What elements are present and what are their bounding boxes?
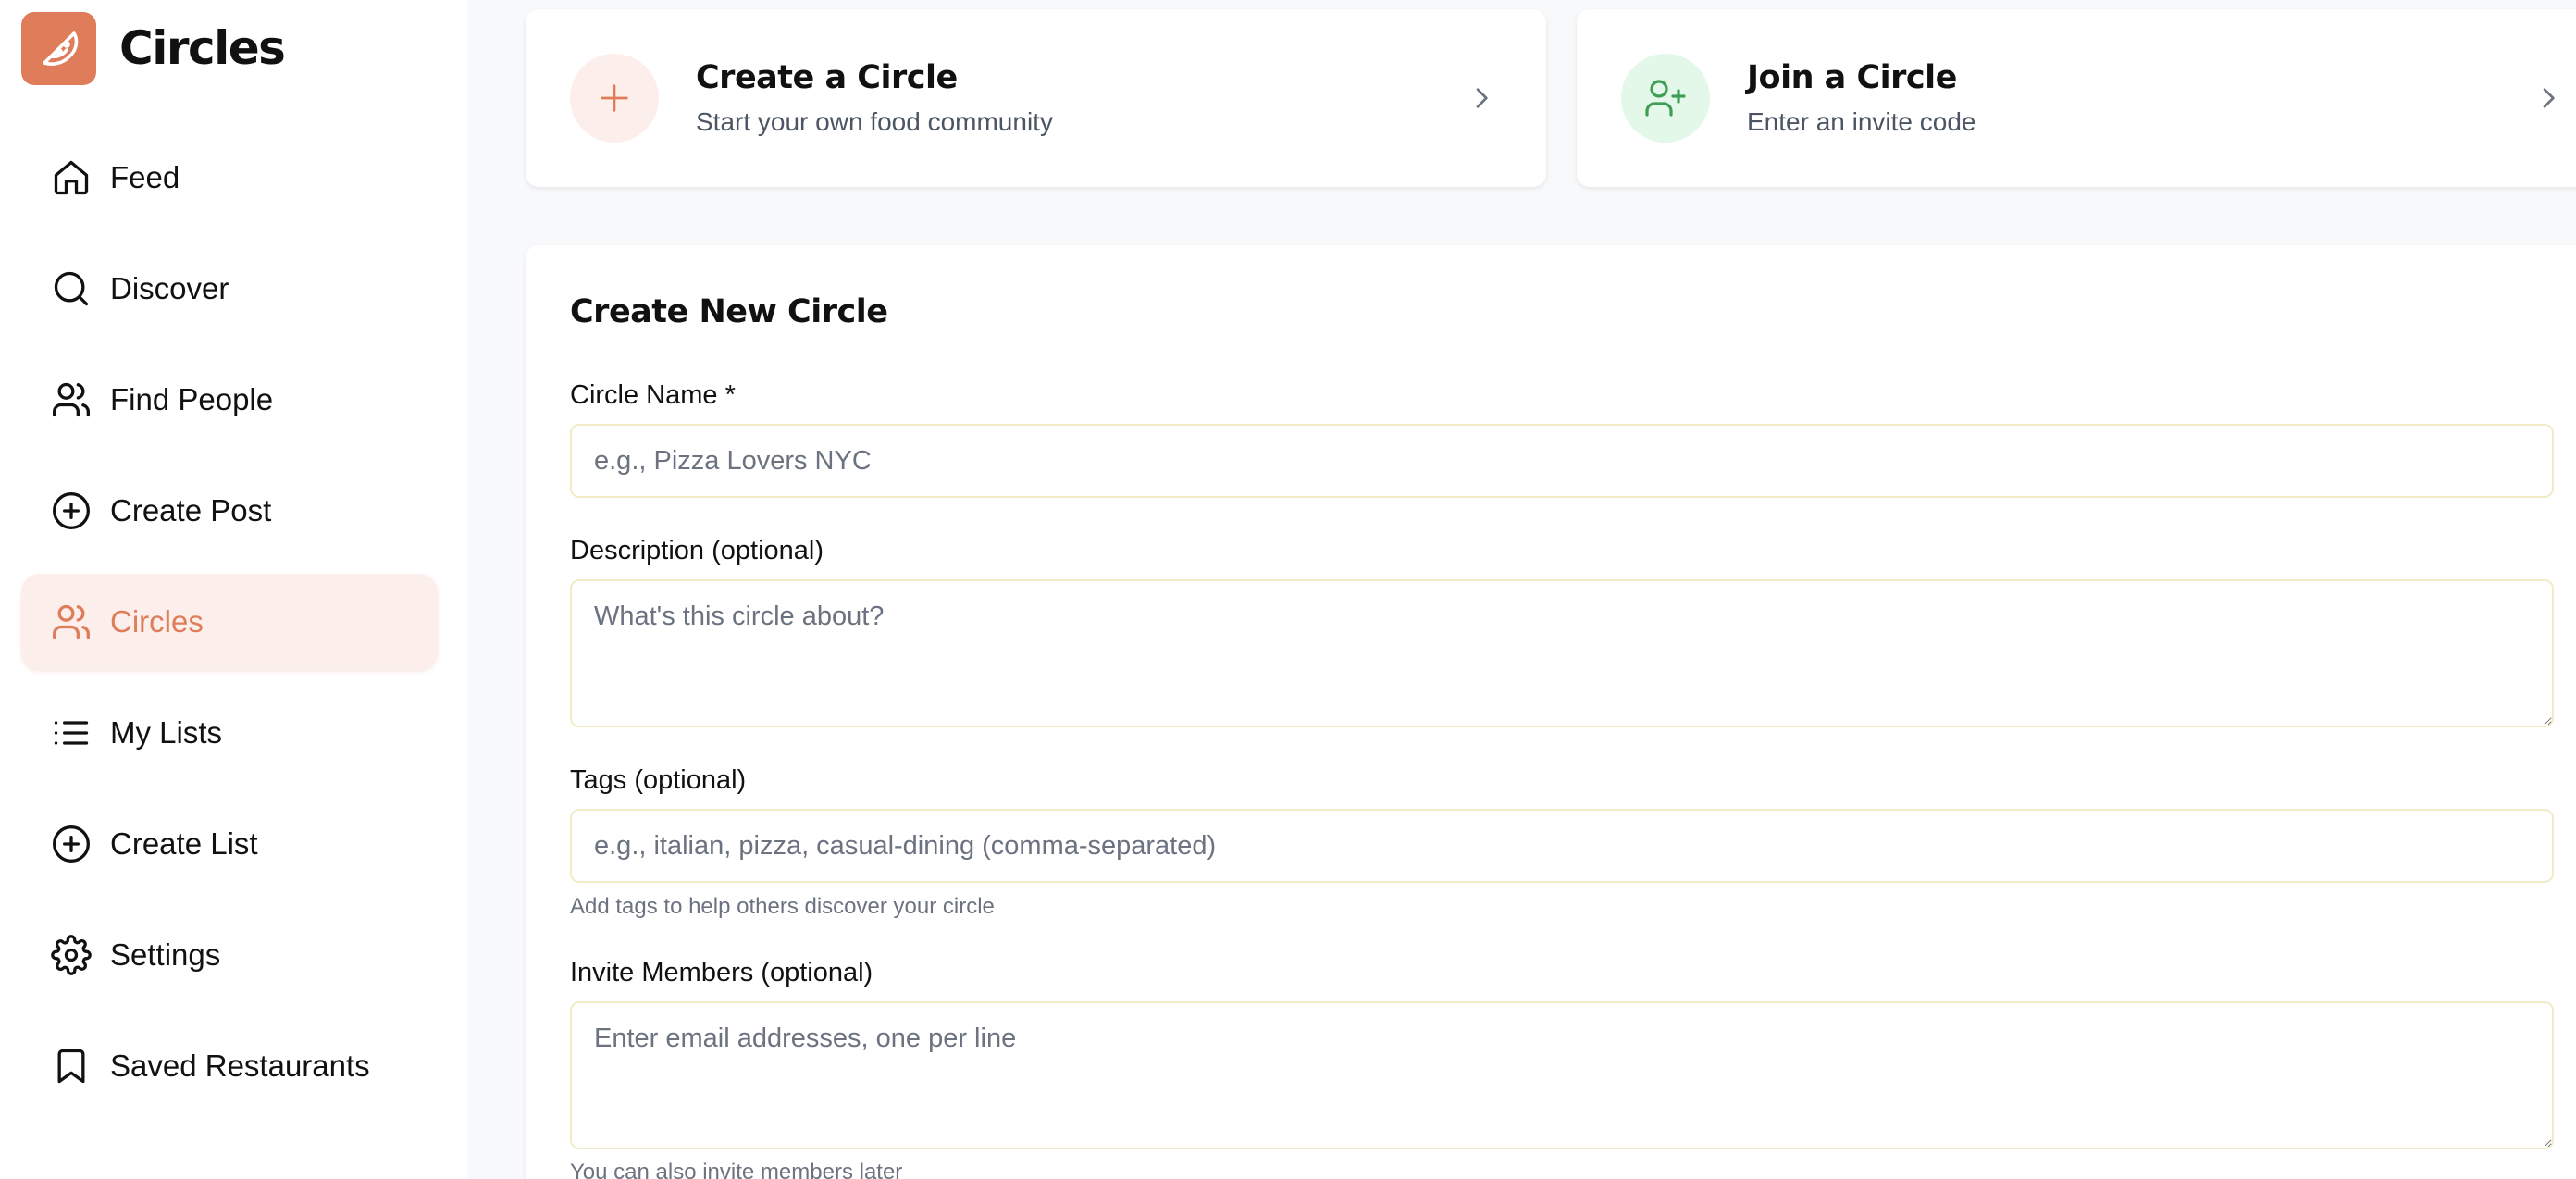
sidebar-item-label: Create Post <box>110 493 272 527</box>
create-circle-card[interactable]: Create a Circle Start your own food comm… <box>526 9 1546 187</box>
sidebar-item-settings[interactable]: Settings <box>21 907 438 1003</box>
description-textarea[interactable] <box>570 579 2554 727</box>
plus-circle-icon <box>49 822 93 866</box>
sidebar-item-label: Feed <box>110 160 180 194</box>
sidebar-item-my-lists[interactable]: My Lists <box>21 685 438 781</box>
user-plus-icon <box>1621 54 1710 143</box>
join-circle-subtitle: Enter an invite code <box>1747 107 1976 136</box>
description-label: Description (optional) <box>570 536 824 565</box>
create-circle-form: Create New Circle Circle Name * Descript… <box>526 245 2576 1179</box>
sidebar-item-label: Circles <box>110 604 204 639</box>
sidebar-item-circles[interactable]: Circles <box>21 574 438 670</box>
chevron-right-icon <box>1476 88 1488 108</box>
brand[interactable]: Circles <box>21 11 286 85</box>
sidebar-item-label: Settings <box>110 937 221 972</box>
tags-hint: Add tags to help others discover your ci… <box>570 894 995 919</box>
invite-members-label: Invite Members (optional) <box>570 958 873 987</box>
main-content: Create a Circle Start your own food comm… <box>467 0 2576 1179</box>
gear-icon <box>49 933 93 977</box>
sidebar-item-saved-restaurants[interactable]: Saved Restaurants <box>21 1018 438 1114</box>
pizza-slice-icon <box>21 11 96 85</box>
tags-input[interactable] <box>570 809 2554 883</box>
sidebar-item-create-list[interactable]: Create List <box>21 796 438 892</box>
create-circle-text: Create a Circle Start your own food comm… <box>696 59 1053 137</box>
bookmark-icon <box>49 1044 93 1088</box>
circle-name-input[interactable] <box>570 424 2554 498</box>
sidebar-item-create-post[interactable]: Create Post <box>21 463 438 559</box>
users-icon <box>49 600 93 644</box>
tags-label: Tags (optional) <box>570 765 747 795</box>
join-circle-title: Join a Circle <box>1747 59 1957 96</box>
plus-circle-icon <box>49 489 93 533</box>
sidebar-item-feed[interactable]: Feed <box>21 130 438 226</box>
invite-hint: You can also invite members later <box>570 1160 903 1179</box>
search-icon <box>49 267 93 311</box>
app-window: Circles Feed Discover Find People Create <box>0 0 2576 1179</box>
create-circle-subtitle: Start your own food community <box>696 107 1053 136</box>
brand-name: Circles <box>119 21 286 75</box>
sidebar-item-label: Create List <box>110 826 258 861</box>
users-icon <box>49 378 93 422</box>
chevron-right-icon <box>2543 88 2555 108</box>
list-icon <box>49 711 93 755</box>
home-icon <box>49 155 93 200</box>
sidebar-item-label: Find People <box>110 382 274 416</box>
sidebar-item-find-people[interactable]: Find People <box>21 352 438 448</box>
sidebar: Circles Feed Discover Find People Create <box>0 0 467 1179</box>
circle-name-label: Circle Name * <box>570 380 736 410</box>
invite-members-textarea[interactable] <box>570 1001 2554 1149</box>
sidebar-item-label: My Lists <box>110 715 223 750</box>
join-circle-text: Join a Circle Enter an invite code <box>1747 59 1976 137</box>
sidebar-item-label: Saved Restaurants <box>110 1049 370 1083</box>
sidebar-item-label: Discover <box>110 271 229 305</box>
form-title: Create New Circle <box>570 293 888 330</box>
sidebar-item-discover[interactable]: Discover <box>21 241 438 337</box>
plus-icon <box>570 54 659 143</box>
create-circle-title: Create a Circle <box>696 59 958 96</box>
join-circle-card[interactable]: Join a Circle Enter an invite code <box>1577 9 2576 187</box>
